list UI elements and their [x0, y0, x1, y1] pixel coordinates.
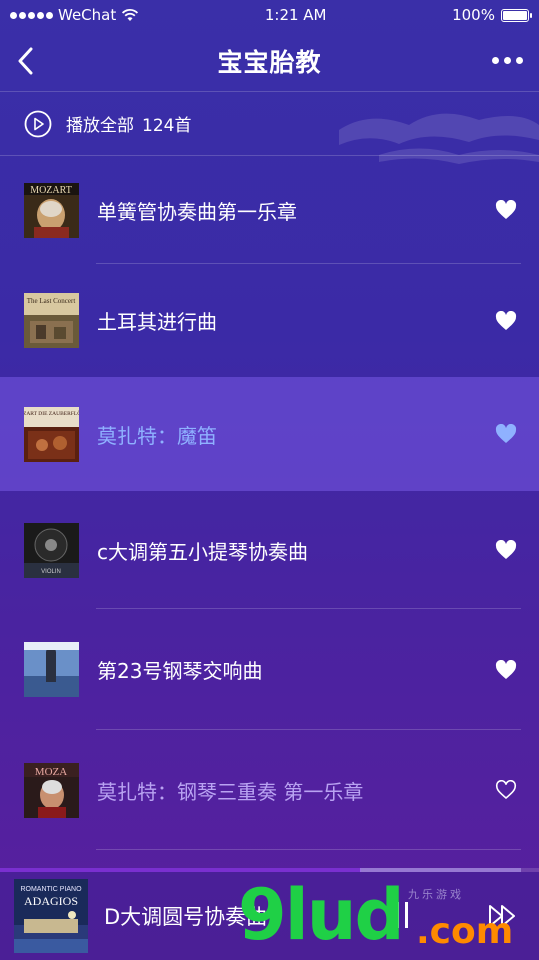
- play-all-count: 124首: [142, 116, 192, 136]
- back-button[interactable]: [10, 44, 40, 78]
- album-cover: MOZART: [24, 182, 79, 238]
- svg-text:ROMANTIC PIANO: ROMANTIC PIANO: [20, 886, 82, 893]
- chevron-left-icon: [18, 47, 33, 75]
- mini-player[interactable]: ROMANTIC PIANO ADAGIOS D大调圆号协奏曲: [0, 872, 539, 960]
- divider: [96, 849, 521, 850]
- song-title: 莫扎特：钢琴三重奏 第一乐章: [97, 779, 364, 804]
- list-item-playing[interactable]: MOZART DIE ZAUBERFLÖTE 莫扎特：魔笛: [0, 377, 539, 491]
- play-all-label: 播放全部: [66, 116, 134, 136]
- heart-filled-icon[interactable]: [495, 540, 517, 560]
- pause-icon: [396, 902, 399, 928]
- signal-strength-icon: [10, 11, 53, 19]
- svg-text:The Last Concert: The Last Concert: [27, 297, 76, 305]
- clock: 1:21 AM: [264, 6, 327, 24]
- battery-icon: [500, 8, 532, 22]
- next-track-icon[interactable]: [487, 902, 519, 930]
- now-playing-title: D大调圆号协奏曲: [104, 905, 268, 929]
- carrier-label: WeChat: [58, 6, 117, 24]
- song-title: 土耳其进行曲: [97, 310, 217, 334]
- more-options-button[interactable]: [492, 50, 523, 70]
- song-title: c大调第五小提琴协奏曲: [97, 539, 308, 564]
- wifi-icon: [122, 9, 139, 21]
- album-cover: MOZART DIE ZAUBERFLÖTE: [24, 406, 79, 462]
- list-item[interactable]: 第23号钢琴交响曲: [0, 609, 539, 730]
- album-cover: The Last Concert: [24, 293, 79, 348]
- page-title: 宝宝胎教: [217, 47, 322, 77]
- play-circle-icon: [24, 110, 52, 137]
- svg-text:MOZA: MOZA: [35, 766, 67, 778]
- nav-bar: 宝宝胎教: [0, 30, 539, 92]
- svg-text:ADAGIOS: ADAGIOS: [24, 894, 78, 908]
- list-item[interactable]: MOZA 莫扎特：钢琴三重奏 第一乐章: [0, 730, 539, 850]
- song-list: MOZART 单簧管协奏曲第一乐章 The Last Concert 土耳其进行…: [0, 156, 539, 850]
- album-cover: [24, 642, 79, 697]
- now-playing-cover: ROMANTIC PIANO ADAGIOS: [14, 879, 88, 953]
- play-all-button[interactable]: 播放全部 124首: [0, 92, 539, 156]
- battery-percent: 100%: [452, 6, 495, 24]
- heart-filled-icon[interactable]: [495, 659, 517, 680]
- svg-text:VIOLIN: VIOLIN: [41, 569, 61, 575]
- song-title: 第23号钢琴交响曲: [97, 659, 263, 683]
- svg-text:MOZART DIE ZAUBERFLÖTE: MOZART DIE ZAUBERFLÖTE: [24, 410, 79, 417]
- heart-filled-icon[interactable]: [495, 310, 517, 331]
- heart-filled-icon[interactable]: [495, 200, 517, 220]
- song-title: 莫扎特：魔笛: [97, 423, 217, 448]
- heart-outline-icon[interactable]: [495, 780, 517, 800]
- heart-filled-icon[interactable]: [495, 424, 517, 444]
- status-bar: WeChat 1:21 AM 100%: [0, 0, 539, 30]
- status-left: WeChat: [10, 6, 139, 24]
- more-dots-icon: [492, 56, 499, 64]
- list-item[interactable]: VIOLIN c大调第五小提琴协奏曲: [0, 491, 539, 609]
- album-cover: MOZA: [24, 762, 79, 818]
- list-item[interactable]: MOZART 单簧管协奏曲第一乐章: [0, 156, 539, 264]
- list-item[interactable]: The Last Concert 土耳其进行曲: [0, 264, 539, 377]
- pause-button[interactable]: [396, 902, 412, 928]
- song-title: 单簧管协奏曲第一乐章: [97, 199, 297, 224]
- status-right: 100%: [452, 6, 532, 24]
- svg-text:MOZART: MOZART: [30, 185, 72, 196]
- album-cover: VIOLIN: [24, 522, 79, 578]
